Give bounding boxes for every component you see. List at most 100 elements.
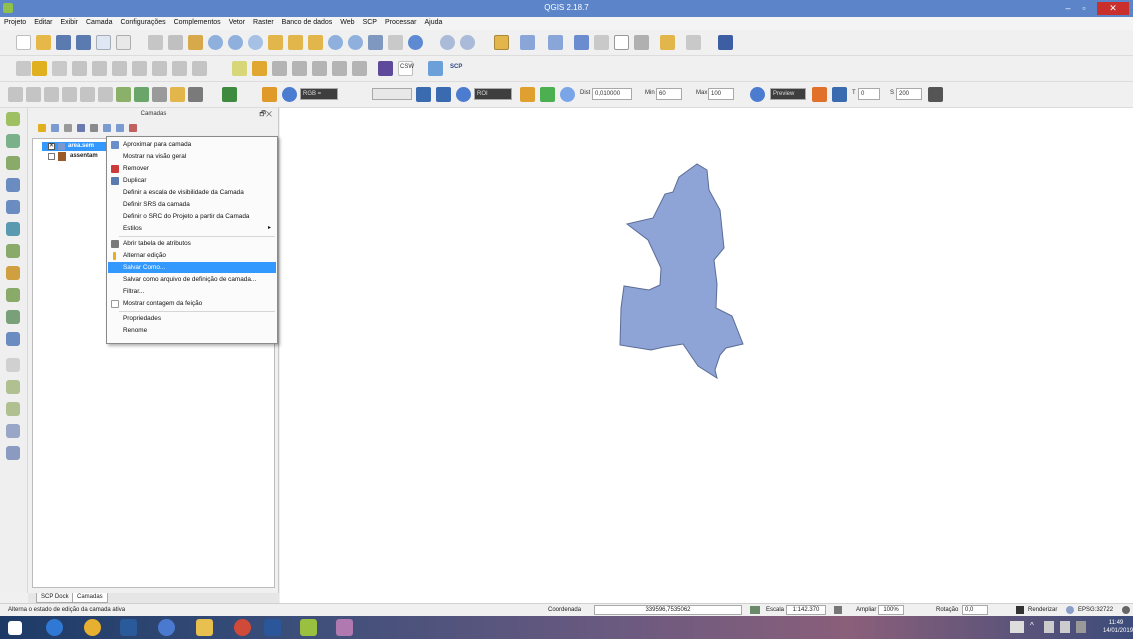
new-print-composer-icon[interactable] bbox=[96, 35, 111, 50]
zoom-field[interactable]: 100% bbox=[878, 605, 904, 615]
messages-icon[interactable] bbox=[1122, 606, 1130, 614]
maximize-button[interactable]: ▫ bbox=[1077, 2, 1091, 15]
database-icon[interactable] bbox=[928, 87, 943, 102]
keyboard-icon[interactable] bbox=[1010, 621, 1024, 633]
menu-scp[interactable]: SCP bbox=[359, 17, 381, 26]
save-project-icon[interactable] bbox=[56, 35, 71, 50]
scp-layer-icon[interactable] bbox=[222, 87, 237, 102]
render-checkbox[interactable] bbox=[1016, 606, 1024, 614]
file-explorer-icon[interactable] bbox=[196, 619, 213, 636]
zoom-to-selection-icon[interactable] bbox=[288, 35, 303, 50]
add-group-icon[interactable] bbox=[50, 124, 59, 132]
copy-features-icon[interactable] bbox=[172, 61, 187, 76]
menu-web[interactable]: Web bbox=[336, 17, 358, 26]
new-temporary-layer-icon[interactable] bbox=[6, 424, 20, 438]
menu-item-set-project-src[interactable]: Definir o SRC do Projeto a partir da Cam… bbox=[108, 211, 276, 222]
max-field[interactable]: 100 bbox=[708, 88, 734, 100]
band-combo[interactable] bbox=[372, 88, 412, 100]
zoom-full-icon[interactable] bbox=[268, 35, 283, 50]
layer-tool-1-icon[interactable] bbox=[8, 87, 23, 102]
word-icon[interactable] bbox=[264, 619, 281, 636]
scp-zoom-icon[interactable] bbox=[262, 87, 277, 102]
deselect-features-icon[interactable] bbox=[548, 35, 563, 50]
scale-lock-icon[interactable] bbox=[834, 606, 842, 614]
label-rotate-icon[interactable] bbox=[312, 61, 327, 76]
menu-processar[interactable]: Processar bbox=[381, 17, 421, 26]
menu-item-styles[interactable]: Estilos ▸ bbox=[108, 223, 276, 234]
menu-item-save-as[interactable]: Salvar Como... bbox=[108, 262, 276, 273]
add-roi-icon[interactable] bbox=[540, 87, 555, 102]
layer-styling-icon[interactable] bbox=[38, 124, 46, 132]
cut-features-icon[interactable] bbox=[152, 61, 167, 76]
add-spatialite-layer-icon[interactable] bbox=[6, 178, 20, 192]
volume-icon[interactable] bbox=[1044, 621, 1054, 633]
add-wms-layer-icon[interactable] bbox=[6, 222, 20, 236]
layer-tool-7-icon[interactable] bbox=[116, 87, 131, 102]
menu-raster[interactable]: Raster bbox=[249, 17, 278, 26]
extents-toggle-icon[interactable] bbox=[750, 606, 760, 614]
zoom-last-icon[interactable] bbox=[328, 35, 343, 50]
identify-features-icon[interactable] bbox=[440, 35, 455, 50]
system-clock[interactable]: 11:49 14/01/2019 bbox=[1103, 619, 1133, 635]
menu-editar[interactable]: Editar bbox=[30, 17, 56, 26]
filter-legend-icon[interactable] bbox=[76, 124, 85, 132]
label-toolbar-icon[interactable] bbox=[232, 61, 247, 76]
measure-line-icon[interactable] bbox=[634, 35, 649, 50]
add-wcs-layer-icon[interactable] bbox=[6, 244, 20, 258]
remove-layer-icon[interactable] bbox=[128, 124, 137, 132]
menu-exibir[interactable]: Exibir bbox=[56, 17, 82, 26]
menu-item-toggle-editing[interactable]: Alternar edição bbox=[108, 250, 276, 261]
menu-item-filter[interactable]: Filtrar... bbox=[108, 286, 276, 297]
open-field-calculator-icon[interactable] bbox=[594, 35, 609, 50]
calendar-app-icon[interactable] bbox=[120, 619, 137, 636]
composer-manager-icon[interactable] bbox=[116, 35, 131, 50]
menu-item-properties[interactable]: Propriedades bbox=[108, 313, 276, 324]
chrome-icon[interactable] bbox=[84, 619, 101, 636]
add-vector-layer-icon[interactable] bbox=[6, 112, 20, 126]
panel-float-close-buttons[interactable]: 🗗✕ bbox=[259, 110, 272, 121]
current-edits-icon[interactable] bbox=[16, 61, 31, 76]
search-app-icon[interactable] bbox=[158, 619, 175, 636]
network-icon[interactable] bbox=[1060, 621, 1070, 633]
menu-item-rename[interactable]: Renome bbox=[108, 325, 276, 336]
layer-visibility-checkbox[interactable] bbox=[48, 153, 55, 160]
add-raster-layer-icon[interactable] bbox=[6, 134, 20, 148]
coordinate-field[interactable]: 339596,7535062 bbox=[594, 605, 742, 615]
roi-clock-icon[interactable] bbox=[560, 87, 575, 102]
pan-icon[interactable] bbox=[168, 35, 183, 50]
new-bookmark-icon[interactable] bbox=[388, 35, 403, 50]
paste-features-icon[interactable] bbox=[192, 61, 207, 76]
layer-tool-8-icon[interactable] bbox=[134, 87, 149, 102]
tray-chevron-icon[interactable]: ^ bbox=[1030, 621, 1034, 633]
python-console-icon[interactable] bbox=[718, 35, 733, 50]
menu-item-show-feature-count[interactable]: Mostrar contagem da feição bbox=[108, 298, 276, 309]
roi-pointer-icon[interactable] bbox=[416, 87, 431, 102]
menu-item-set-layer-srs[interactable]: Definir SRS da camada bbox=[108, 199, 276, 210]
tab-scp-dock[interactable]: SCP Dock bbox=[36, 593, 74, 603]
roi-combo[interactable]: ROI bbox=[474, 88, 512, 100]
add-delimited-text-icon[interactable] bbox=[6, 266, 20, 280]
area-polygon[interactable] bbox=[619, 163, 744, 380]
scp-show-icon[interactable] bbox=[282, 87, 297, 102]
add-postgis-layer-icon[interactable] bbox=[6, 156, 20, 170]
crs-globe-icon[interactable] bbox=[1066, 606, 1074, 614]
new-spatialite-icon[interactable] bbox=[6, 402, 20, 416]
roi-tool-icon[interactable] bbox=[520, 87, 535, 102]
node-tool-icon[interactable] bbox=[112, 61, 127, 76]
edge-browser-icon[interactable] bbox=[46, 619, 63, 636]
open-attribute-table-icon[interactable] bbox=[574, 35, 589, 50]
tab-camadas[interactable]: Camadas bbox=[72, 593, 108, 603]
manage-map-themes-icon[interactable] bbox=[63, 124, 72, 132]
menu-ajuda[interactable]: Ajuda bbox=[420, 17, 446, 26]
map-tips-icon[interactable] bbox=[660, 35, 675, 50]
layer-tool-3-icon[interactable] bbox=[44, 87, 59, 102]
roi-polygon-icon[interactable] bbox=[436, 87, 451, 102]
menu-camada[interactable]: Camada bbox=[82, 17, 116, 26]
zoom-native-icon[interactable] bbox=[248, 35, 263, 50]
add-wfs-layer-icon[interactable] bbox=[6, 310, 20, 324]
text-annotation-icon[interactable] bbox=[686, 35, 701, 50]
preview-combo[interactable]: Preview bbox=[770, 88, 806, 100]
expand-all-icon[interactable] bbox=[102, 124, 111, 132]
label-change-icon[interactable] bbox=[332, 61, 347, 76]
rgb-combo[interactable]: RGB = bbox=[300, 88, 338, 100]
